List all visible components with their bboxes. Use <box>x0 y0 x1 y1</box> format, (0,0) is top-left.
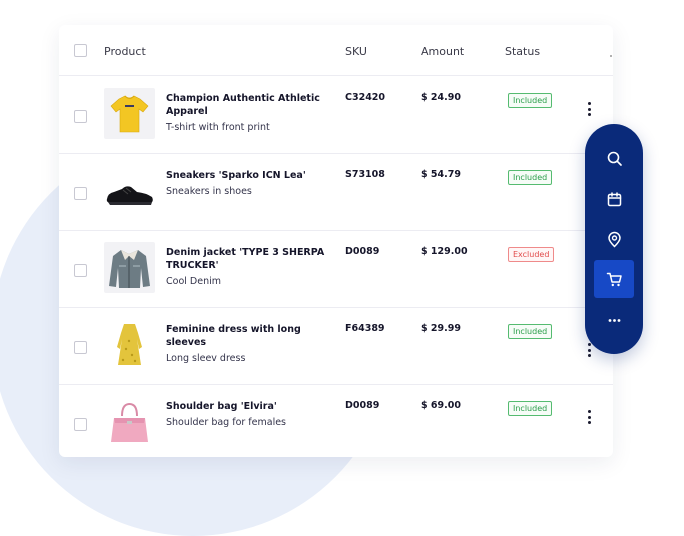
table-row[interactable]: Champion Authentic Athletic Apparel T-sh… <box>59 76 613 154</box>
product-name[interactable]: Denim jacket 'TYPE 3 SHERPA TRUCKER' Coo… <box>166 246 326 288</box>
product-sku: C32420 <box>345 92 386 103</box>
search-icon[interactable] <box>594 139 634 177</box>
cart-icon[interactable] <box>594 260 634 298</box>
column-header-status[interactable]: Status <box>505 45 540 58</box>
table-row[interactable]: Feminine dress with long sleeves Long sl… <box>59 307 613 385</box>
product-sku: D0089 <box>345 400 380 411</box>
jacket-icon <box>104 242 155 293</box>
more-horizontal-icon[interactable] <box>594 301 634 339</box>
product-amount: $ 69.00 <box>421 400 461 411</box>
product-name[interactable]: Sneakers 'Sparko ICN Lea' Sneakers in sh… <box>166 169 326 198</box>
product-description: Shoulder bag for females <box>166 417 287 428</box>
product-name[interactable]: Feminine dress with long sleeves Long sl… <box>166 323 326 365</box>
status-badge: Included <box>508 93 553 108</box>
table-row[interactable]: Denim jacket 'TYPE 3 SHERPA TRUCKER' Coo… <box>59 230 613 308</box>
product-amount: $ 24.90 <box>421 92 461 103</box>
bag-icon <box>104 396 155 447</box>
product-sku: D0089 <box>345 246 380 257</box>
product-name-text: Shoulder bag 'Elvira' <box>166 401 277 412</box>
row-checkbox[interactable] <box>74 418 87 431</box>
status-badge: Included <box>508 170 553 185</box>
product-amount: $ 54.79 <box>421 169 461 180</box>
table-row[interactable]: Sneakers 'Sparko ICN Lea' Sneakers in sh… <box>59 153 613 231</box>
table-row[interactable]: Shoulder bag 'Elvira' Shoulder bag for f… <box>59 384 613 457</box>
row-more-menu-icon[interactable] <box>585 343 593 359</box>
tshirt-icon <box>104 88 155 139</box>
table-header: Product SKU Amount Status <box>59 25 613 76</box>
select-all-checkbox[interactable] <box>74 44 87 57</box>
product-description: Cool Denim <box>166 276 221 287</box>
product-sku: S73108 <box>345 169 385 180</box>
status-badge: Excluded <box>508 247 555 262</box>
column-header-sku[interactable]: SKU <box>345 45 367 58</box>
product-description: Long sleev dress <box>166 353 246 364</box>
product-name-text: Feminine dress with long sleeves <box>166 324 301 348</box>
column-header-product[interactable]: Product <box>104 45 146 58</box>
product-name-text: Denim jacket 'TYPE 3 SHERPA TRUCKER' <box>166 247 325 271</box>
calendar-icon[interactable] <box>594 180 634 218</box>
product-name-text: Sneakers 'Sparko ICN Lea' <box>166 170 306 181</box>
product-name[interactable]: Champion Authentic Athletic Apparel T-sh… <box>166 92 326 134</box>
floating-toolbar <box>585 124 643 354</box>
row-checkbox[interactable] <box>74 110 87 123</box>
product-description: Sneakers in shoes <box>166 186 252 197</box>
column-header-amount[interactable]: Amount <box>421 45 464 58</box>
header-overflow-dot <box>610 55 612 57</box>
dress-icon <box>104 319 155 370</box>
location-pin-icon[interactable] <box>594 220 634 258</box>
row-checkbox[interactable] <box>74 264 87 277</box>
sneaker-icon <box>104 165 155 216</box>
row-more-menu-icon[interactable] <box>585 102 593 118</box>
product-table: Product SKU Amount Status Champion Authe… <box>59 25 613 457</box>
row-checkbox[interactable] <box>74 341 87 354</box>
product-sku: F64389 <box>345 323 385 334</box>
product-amount: $ 129.00 <box>421 246 468 257</box>
row-more-menu-icon[interactable] <box>585 410 593 426</box>
product-name[interactable]: Shoulder bag 'Elvira' Shoulder bag for f… <box>166 400 326 429</box>
product-amount: $ 29.99 <box>421 323 461 334</box>
product-description: T-shirt with front print <box>166 122 270 133</box>
row-checkbox[interactable] <box>74 187 87 200</box>
status-badge: Included <box>508 324 553 339</box>
status-badge: Included <box>508 401 553 416</box>
product-name-text: Champion Authentic Athletic Apparel <box>166 93 320 117</box>
